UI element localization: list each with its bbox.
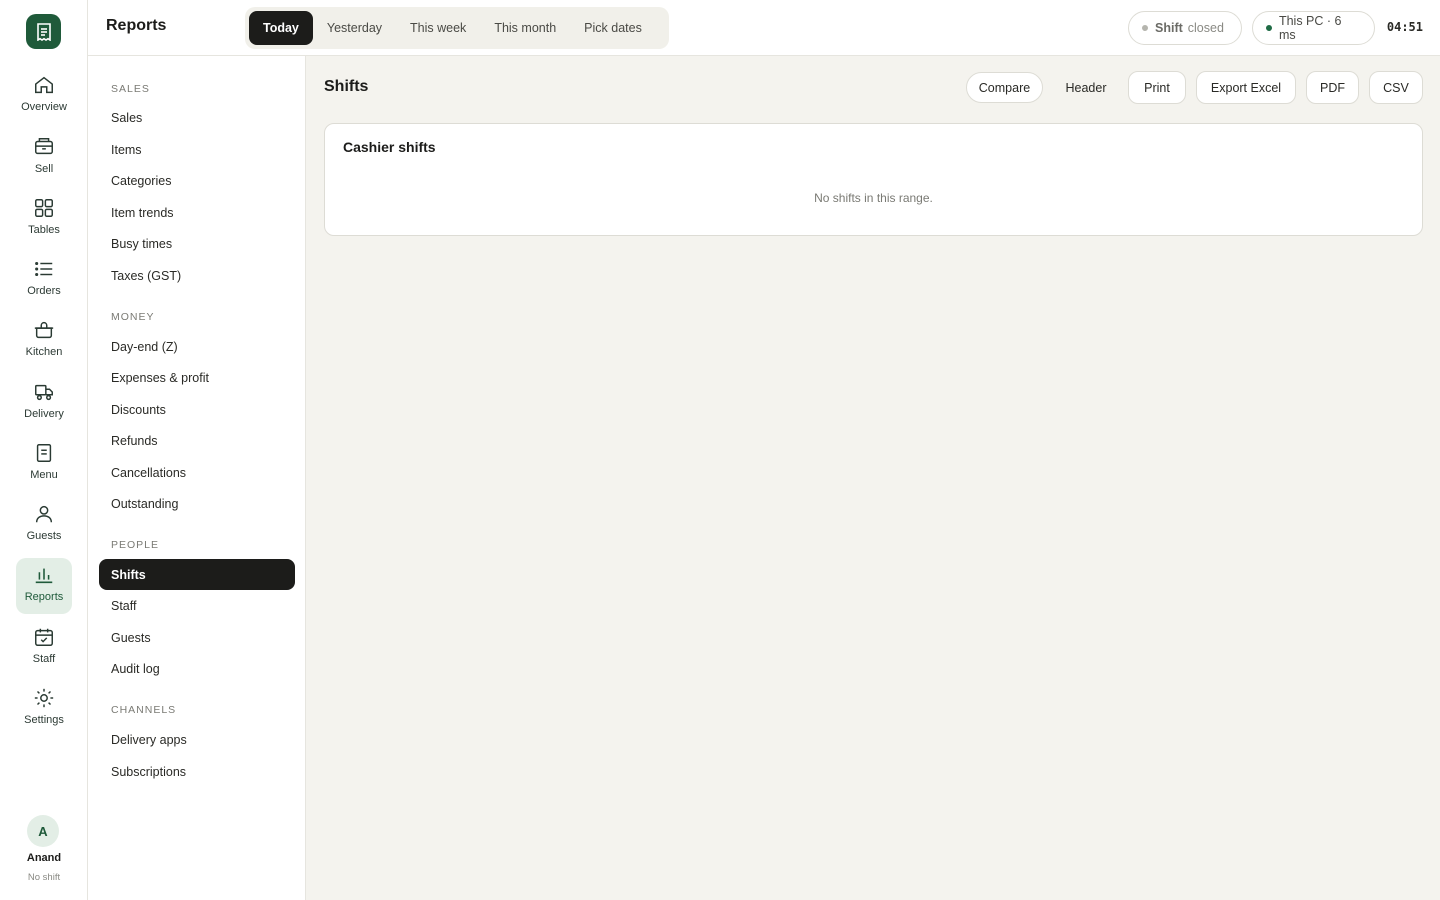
app-logo[interactable] (26, 14, 61, 49)
rail-item-kitchen[interactable]: Kitchen (16, 313, 72, 369)
nav-taxes[interactable]: Taxes (GST) (99, 260, 295, 291)
range-today[interactable]: Today (249, 11, 313, 45)
print-button[interactable]: Print (1128, 71, 1186, 104)
range-this-week[interactable]: This week (396, 11, 480, 45)
sun-gear-icon (34, 688, 54, 708)
nav-outstanding[interactable]: Outstanding (99, 488, 295, 519)
rail-label: Settings (24, 714, 64, 726)
rail-item-staff[interactable]: Staff (16, 620, 72, 676)
reports-nav: SALES Sales Items Categories Item trends… (88, 56, 306, 900)
home-icon (35, 76, 53, 94)
avatar[interactable]: A (27, 815, 59, 847)
report-title: Shifts (324, 78, 369, 95)
status-dot-icon (1142, 25, 1148, 31)
rail-label: Tables (28, 224, 60, 236)
rail-label: Orders (27, 285, 61, 297)
user-name: Anand (26, 852, 62, 864)
nav-day-end[interactable]: Day-end (Z) (99, 331, 295, 362)
clock: 04:51 (1386, 20, 1423, 34)
receipt-icon (36, 22, 51, 41)
rail-label: Staff (32, 653, 56, 665)
nav-staff[interactable]: Staff (99, 590, 295, 621)
rail-label: Reports (24, 591, 64, 603)
rail-item-overview[interactable]: Overview (16, 68, 72, 124)
rail-label: Sell (34, 163, 54, 175)
bar-chart-icon (35, 568, 53, 584)
nav-busy-times[interactable]: Busy times (99, 228, 295, 259)
register-icon (35, 138, 53, 155)
pot-icon (34, 322, 54, 339)
nav-items[interactable]: Items (99, 134, 295, 165)
nav-cancellations[interactable]: Cancellations (99, 457, 295, 488)
rail-label: Kitchen (25, 346, 63, 358)
rail-label: Menu (30, 469, 58, 481)
shift-status-pill[interactable]: Shift closed (1128, 11, 1242, 45)
nav-categories[interactable]: Categories (99, 165, 295, 196)
csv-button[interactable]: CSV (1369, 71, 1423, 104)
truck-icon (35, 384, 53, 401)
online-dot-icon (1266, 25, 1272, 31)
rail-item-delivery[interactable]: Delivery (16, 375, 72, 431)
app-rail: Overview Sell Tables Orders Kitchen Deli… (0, 0, 88, 900)
section-heading-money: MONEY (111, 311, 155, 323)
list-icon (35, 261, 53, 277)
compare-button[interactable]: Compare (966, 72, 1043, 103)
user-shift-status: No shift (27, 872, 61, 883)
shift-state: closed (1187, 21, 1224, 35)
section-heading-people: PEOPLE (111, 539, 160, 551)
empty-state-message: No shifts in this range. (814, 191, 933, 205)
device-latency: This PC · 6 ms (1278, 14, 1342, 42)
calendar-check-icon (35, 628, 53, 646)
header-button[interactable]: Header (1054, 71, 1118, 104)
grid-icon (35, 199, 53, 217)
device-status-pill[interactable]: This PC · 6 ms (1252, 11, 1375, 45)
nav-delivery-apps[interactable]: Delivery apps (99, 724, 295, 755)
rail-item-settings[interactable]: Settings (16, 681, 72, 737)
nav-shifts[interactable]: Shifts (99, 559, 295, 590)
rail-item-reports[interactable]: Reports (16, 558, 72, 614)
nav-sales[interactable]: Sales (99, 102, 295, 133)
nav-expenses-profit[interactable]: Expenses & profit (99, 362, 295, 393)
document-icon (36, 444, 52, 462)
shift-label: Shift (1155, 21, 1183, 35)
rail-item-menu[interactable]: Menu (16, 436, 72, 492)
rail-item-tables[interactable]: Tables (16, 191, 72, 247)
date-range-selector: Today Yesterday This week This month Pic… (245, 7, 669, 49)
person-icon (35, 505, 53, 523)
rail-label: Overview (21, 101, 67, 113)
nav-discounts[interactable]: Discounts (99, 394, 295, 425)
cashier-shifts-card: Cashier shifts No shifts in this range. (324, 123, 1423, 236)
rail-item-guests[interactable]: Guests (16, 497, 72, 553)
card-title: Cashier shifts (343, 139, 436, 155)
range-this-month[interactable]: This month (480, 11, 570, 45)
rail-item-orders[interactable]: Orders (16, 252, 72, 308)
section-heading-channels: CHANNELS (111, 704, 177, 716)
nav-subscriptions[interactable]: Subscriptions (99, 756, 295, 787)
nav-item-trends[interactable]: Item trends (99, 197, 295, 228)
section-heading-sales: SALES (111, 83, 150, 95)
range-yesterday[interactable]: Yesterday (313, 11, 396, 45)
nav-guests[interactable]: Guests (99, 622, 295, 653)
rail-label: Delivery (24, 408, 64, 420)
nav-audit-log[interactable]: Audit log (99, 653, 295, 684)
range-pick-dates[interactable]: Pick dates (570, 11, 656, 45)
rail-label: Guests (26, 530, 62, 542)
page-title: Reports (106, 17, 167, 34)
export-excel-button[interactable]: Export Excel (1196, 71, 1296, 104)
top-bar: Reports Today Yesterday This week This m… (88, 0, 1440, 56)
rail-item-sell[interactable]: Sell (16, 130, 72, 186)
pdf-button[interactable]: PDF (1306, 71, 1359, 104)
nav-refunds[interactable]: Refunds (99, 425, 295, 456)
